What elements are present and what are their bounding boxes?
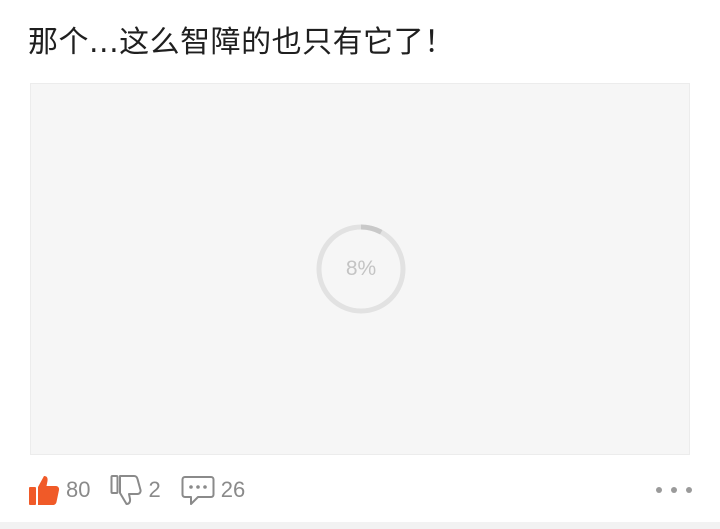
like-button[interactable]: 80	[28, 474, 90, 506]
comment-icon	[181, 474, 215, 506]
more-dots-icon	[671, 487, 677, 493]
loading-percent: 8%	[345, 257, 377, 280]
dislike-button[interactable]: 2	[110, 474, 161, 506]
more-options-button[interactable]	[656, 479, 692, 501]
comment-count: 26	[220, 477, 246, 502]
thumbs-up-icon	[28, 474, 60, 506]
more-dots-icon	[686, 487, 692, 493]
action-bar: 80 2 26	[28, 470, 265, 510]
comment-button[interactable]: 26	[181, 474, 245, 506]
thumbs-down-icon	[110, 474, 143, 506]
section-divider	[0, 522, 720, 529]
more-dots-icon	[656, 487, 662, 493]
post-title: 那个...这么智障的也只有它了！	[28, 25, 455, 60]
loading-indicator: 8%	[315, 223, 407, 315]
like-count: 80	[66, 477, 91, 502]
dislike-count: 2	[148, 477, 161, 502]
video-player[interactable]: 8%	[30, 83, 690, 455]
